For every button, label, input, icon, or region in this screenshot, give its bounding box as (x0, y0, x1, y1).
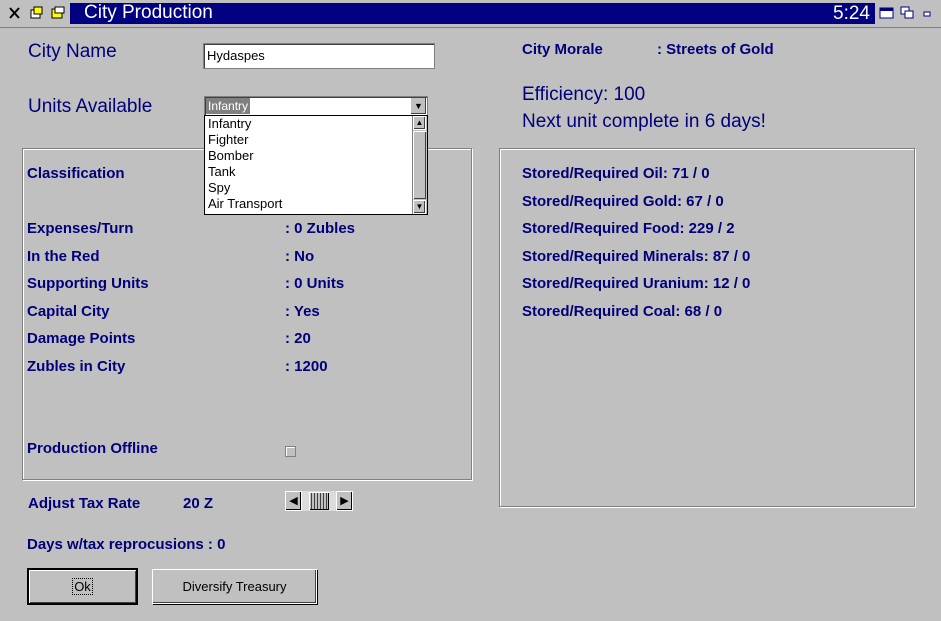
list-item[interactable]: Bomber (205, 148, 427, 164)
next-unit-text: Next unit complete in 6 days! (522, 111, 766, 132)
tax-rate-scrollbar[interactable]: ◀ ▶ (285, 491, 353, 511)
diversify-treasury-button[interactable]: Diversify Treasury (152, 569, 317, 604)
task-icon[interactable] (51, 6, 66, 20)
zubles-value: : 1200 (285, 358, 328, 375)
zubles-label: Zubles in City (27, 358, 126, 375)
supporting-units-label: Supporting Units (27, 275, 149, 292)
clock: 5:24 (833, 3, 870, 24)
expenses-value: : 0 Zubles (285, 220, 356, 237)
ok-button-label: Ok (72, 578, 93, 595)
window-title: City Production (84, 2, 213, 23)
scroll-down-icon[interactable]: ▼ (413, 200, 426, 214)
city-name-input[interactable]: Hydaspes (203, 43, 435, 69)
close-icon[interactable] (7, 6, 22, 20)
tax-rate-label: Adjust Tax Rate (28, 495, 141, 512)
ok-button[interactable]: Ok (27, 568, 138, 605)
production-offline-checkbox[interactable] (285, 446, 296, 457)
production-offline-label: Production Offline (27, 440, 158, 457)
maximize-icon[interactable] (879, 6, 894, 20)
days-tax-text: Days w/tax reprocusions : 0 (27, 536, 226, 553)
dropdown-scrollbar[interactable]: ▲ ▼ (412, 116, 427, 214)
units-available-label: Units Available (28, 96, 153, 117)
scroll-up-icon[interactable]: ▲ (413, 116, 426, 130)
units-select[interactable]: Infantry ▼ (204, 96, 428, 116)
supporting-units-value: : 0 Units (285, 275, 345, 292)
list-item[interactable]: Infantry (205, 116, 427, 132)
scroll-thumb[interactable] (413, 131, 426, 199)
classification-label: Classification (27, 165, 125, 182)
resource-oil: Stored/Required Oil: 71 / 0 (522, 165, 710, 182)
capital-city-value: : Yes (285, 303, 320, 320)
resource-uranium: Stored/Required Uranium: 12 / 0 (522, 275, 751, 292)
tax-increase-icon[interactable]: ▶ (336, 491, 353, 511)
minimize-icon[interactable] (920, 6, 935, 20)
capital-city-label: Capital City (27, 303, 110, 320)
expenses-label: Expenses/Turn (27, 220, 134, 237)
restore-icon[interactable] (900, 6, 915, 20)
in-the-red-label: In the Red (27, 248, 100, 265)
tax-thumb[interactable] (309, 492, 329, 510)
city-morale-label: City Morale (522, 41, 603, 58)
units-dropdown-list: Infantry Fighter Bomber Tank Spy Air Tra… (204, 115, 428, 215)
tax-decrease-icon[interactable]: ◀ (285, 491, 302, 511)
resource-minerals: Stored/Required Minerals: 87 / 0 (522, 248, 751, 265)
city-morale-value: : Streets of Gold (657, 41, 774, 58)
window-manager-icon[interactable] (29, 6, 44, 20)
units-selected-value: Infantry (206, 98, 251, 114)
in-the-red-value: : No (285, 248, 315, 265)
resource-gold: Stored/Required Gold: 67 / 0 (522, 193, 724, 210)
efficiency-text: Efficiency: 100 (522, 84, 646, 105)
city-name-label: City Name (28, 41, 117, 62)
list-item[interactable]: Air Transport (205, 196, 427, 212)
list-item[interactable]: Spy (205, 180, 427, 196)
resource-food: Stored/Required Food: 229 / 2 (522, 220, 735, 237)
resource-coal: Stored/Required Coal: 68 / 0 (522, 303, 723, 320)
chevron-down-icon[interactable]: ▼ (410, 98, 426, 114)
damage-points-value: : 20 (285, 330, 311, 347)
tax-rate-value: 20 Z (183, 495, 214, 512)
tax-track[interactable] (302, 491, 336, 511)
list-item[interactable]: Fighter (205, 132, 427, 148)
list-item[interactable]: Tank (205, 164, 427, 180)
damage-points-label: Damage Points (27, 330, 136, 347)
